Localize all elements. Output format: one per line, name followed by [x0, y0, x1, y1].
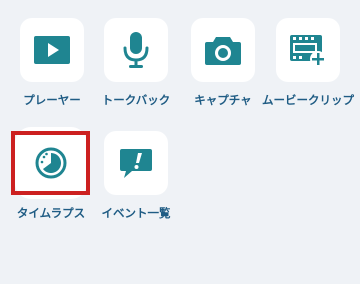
app-tile-talkback[interactable]: トークバック	[86, 18, 186, 130]
event-alert-icon	[118, 145, 154, 181]
app-tile-movie-clip[interactable]: ムービークリップ	[258, 18, 358, 130]
timelapse-button[interactable]	[19, 131, 83, 195]
event-list-button[interactable]	[104, 131, 168, 195]
film-add-icon	[288, 32, 328, 68]
player-button[interactable]	[20, 18, 84, 82]
timelapse-timer-icon	[33, 145, 69, 181]
talkback-button[interactable]	[104, 18, 168, 82]
capture-button[interactable]	[191, 18, 255, 82]
app-label: イベント一覧	[101, 206, 171, 220]
app-label: ムービークリップ	[262, 93, 354, 107]
movie-clip-button[interactable]	[276, 18, 340, 82]
app-grid: プレーヤー トークバック キャプチャ ムービークリップ タイムラプス イベント一…	[0, 0, 360, 284]
app-tile-event-list[interactable]: イベント一覧	[86, 131, 186, 243]
microphone-icon	[120, 30, 152, 70]
play-icon	[32, 34, 72, 66]
camera-icon	[203, 33, 243, 67]
